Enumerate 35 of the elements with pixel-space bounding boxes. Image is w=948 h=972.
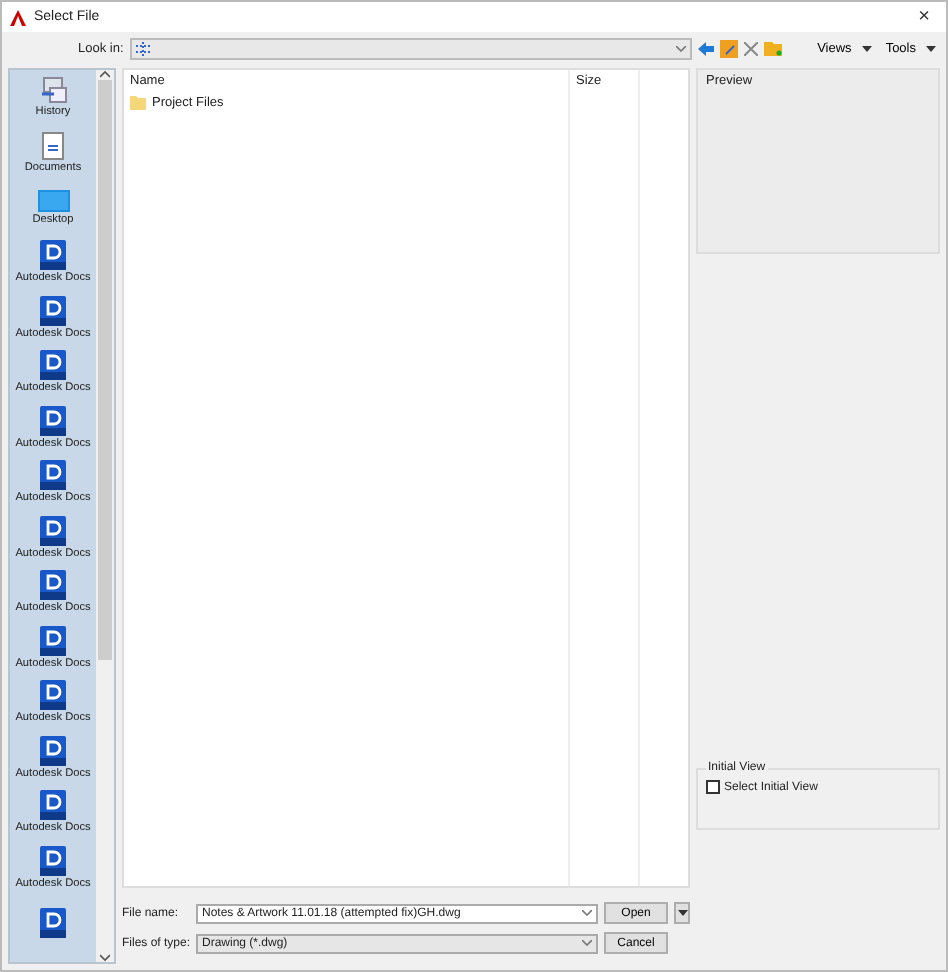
checkbox[interactable] <box>706 780 720 794</box>
folder-up-icon[interactable] <box>719 39 738 57</box>
caret-icon <box>926 45 936 51</box>
chevron-icon <box>582 940 592 946</box>
caret-icon <box>677 910 687 916</box>
docs-icon <box>40 845 66 876</box>
close-button[interactable]: × <box>910 6 938 28</box>
docs-icon <box>40 735 66 766</box>
scrollbar[interactable] <box>96 70 114 962</box>
docs-icon <box>40 907 66 938</box>
delete-icon[interactable] <box>743 41 758 55</box>
app-logo-icon <box>10 9 26 25</box>
docs-icon <box>40 460 66 491</box>
open-options-button[interactable] <box>674 902 690 924</box>
docs-icon <box>40 680 66 711</box>
folder-icon <box>130 95 146 109</box>
scroll-up-icon[interactable] <box>100 70 110 78</box>
caret-icon <box>861 45 872 51</box>
docs-icon <box>40 295 66 326</box>
docs-icon <box>40 350 66 381</box>
desktop-icon <box>37 189 69 212</box>
history-icon <box>39 76 67 105</box>
sitemap-icon <box>135 41 150 55</box>
new-folder-icon[interactable] <box>763 40 782 56</box>
docs-icon <box>40 515 66 546</box>
chevron-icon <box>675 45 686 51</box>
document-icon <box>42 131 64 160</box>
docs-icon <box>40 790 66 821</box>
back-arrow-icon[interactable] <box>697 41 714 55</box>
docs-icon <box>40 405 66 436</box>
chevron-icon <box>582 910 592 916</box>
docs-icon <box>40 625 66 656</box>
scroll-down-icon[interactable] <box>100 954 110 962</box>
docs-icon <box>40 240 66 271</box>
docs-icon <box>40 570 66 601</box>
